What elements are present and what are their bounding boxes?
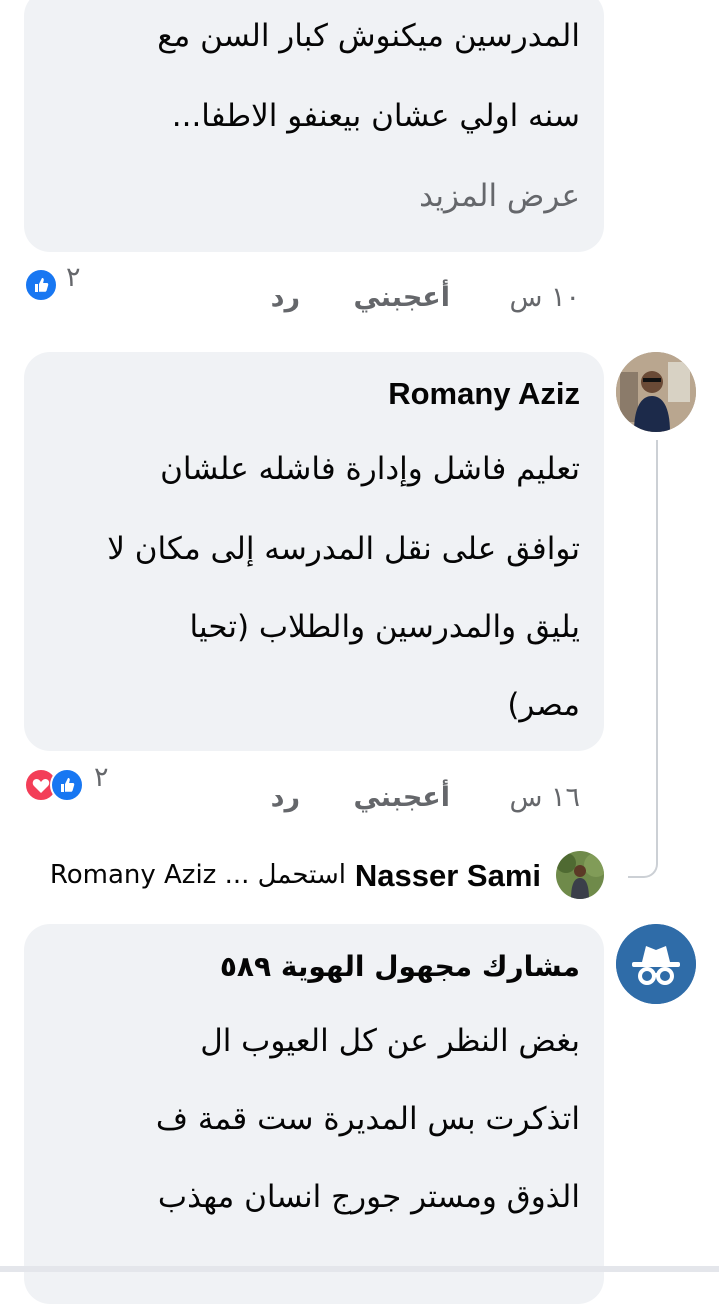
comment-actions: ١٠ س أعجبني رد xyxy=(260,282,590,322)
avatar[interactable] xyxy=(556,851,604,899)
reply-preview-text: استحمل ... Romany Aziz xyxy=(49,860,346,890)
reaction-count: ٢ xyxy=(94,762,109,793)
comment-bubble[interactable]: Romany Aziz تعليم فاشل وإدارة فاشله علشا… xyxy=(24,352,604,751)
comment-text-line: المدرسين ميكنوش كبار السن مع xyxy=(157,18,580,54)
comment-text-line: سنه اولي عشان بيعنفو الاطفا... xyxy=(171,98,580,134)
reply-preview[interactable]: Nasser Sami xyxy=(355,858,541,894)
comment-time[interactable]: ١٠ س xyxy=(509,282,580,313)
reply-button[interactable]: رد xyxy=(271,282,300,313)
reaction-count: ٢ xyxy=(66,262,81,293)
see-more-link[interactable]: عرض المزيد xyxy=(419,178,580,214)
comment-text-line: مصر) xyxy=(507,687,580,723)
like-icon xyxy=(50,768,84,802)
comment-bubble[interactable]: المدرسين ميكنوش كبار السن مع سنه اولي عش… xyxy=(24,0,604,252)
reaction-summary[interactable]: ٢ xyxy=(24,262,94,302)
comment-text-line: اتذكرت بس المديرة ست قمة ف xyxy=(155,1101,580,1137)
comment-actions: ١٦ س أعجبني رد xyxy=(260,782,590,822)
comment-text-line: الذوق ومستر جورج انسان مهذب xyxy=(157,1179,580,1215)
thread-line xyxy=(628,440,658,878)
comment-text-line: بغض النظر عن كل العيوب ال xyxy=(200,1023,580,1059)
comment-text-line: يليق والمدرسين والطلاب (تحيا xyxy=(189,609,580,645)
bottom-divider xyxy=(0,1266,719,1272)
reply-author[interactable]: Nasser Sami xyxy=(355,858,541,893)
like-button[interactable]: أعجبني xyxy=(353,282,450,313)
like-button[interactable]: أعجبني xyxy=(353,782,450,813)
reaction-summary[interactable]: ٢ xyxy=(24,762,124,802)
anonymous-avatar[interactable] xyxy=(616,924,696,1004)
like-icon xyxy=(24,268,58,302)
avatar[interactable] xyxy=(616,352,696,432)
incognito-icon xyxy=(616,924,696,1004)
reply-button[interactable]: رد xyxy=(271,782,300,813)
comment-time[interactable]: ١٦ س xyxy=(509,782,580,813)
comment-text-line: توافق على نقل المدرسه إلى مكان لا xyxy=(107,531,580,567)
comment-bubble[interactable]: مشارك مجهول الهوية ٥٨٩ بغض النظر عن كل ا… xyxy=(24,924,604,1304)
comment-author[interactable]: Romany Aziz xyxy=(388,376,580,412)
comment-text-line: تعليم فاشل وإدارة فاشله علشان xyxy=(160,451,580,487)
comment-author[interactable]: مشارك مجهول الهوية ٥٨٩ xyxy=(220,950,580,983)
